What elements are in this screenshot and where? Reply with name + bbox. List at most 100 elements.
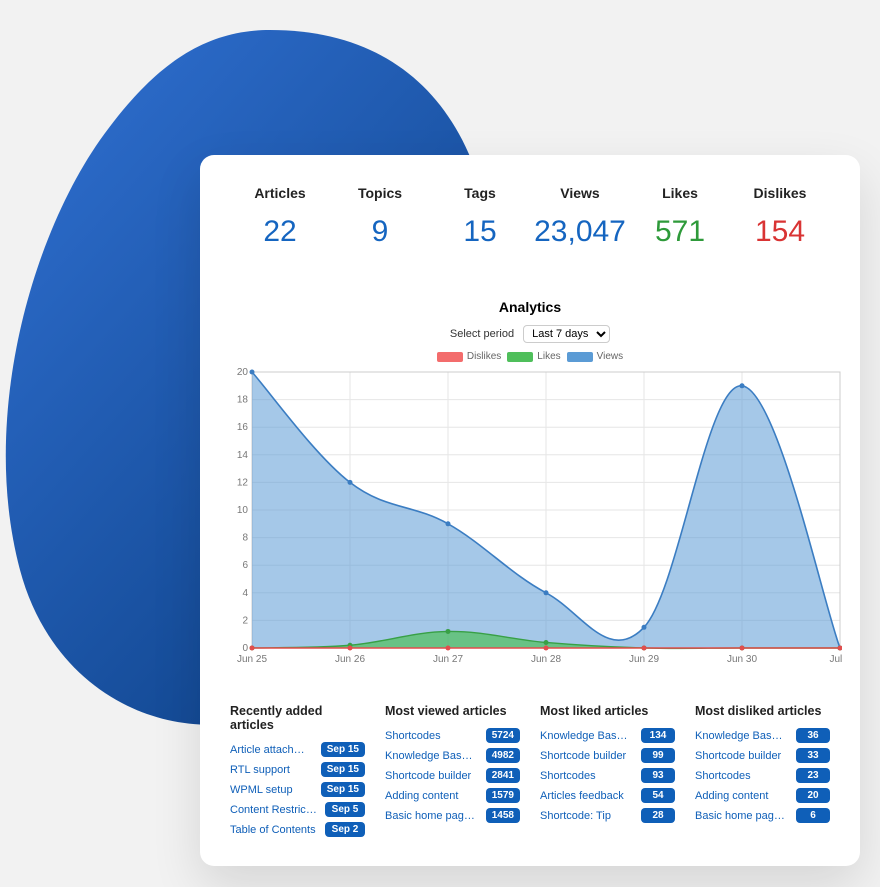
stat-articles: Articles 22 bbox=[230, 185, 330, 249]
legend-item[interactable]: Dislikes bbox=[437, 351, 501, 362]
stat-value: 15 bbox=[430, 215, 530, 249]
legend-swatch bbox=[437, 352, 463, 362]
list-item: Shortcode builder 2841 bbox=[385, 768, 520, 783]
legend-label: Likes bbox=[537, 351, 560, 362]
analytics-title: Analytics bbox=[230, 299, 830, 315]
list-link[interactable]: Shortcodes bbox=[540, 770, 633, 782]
list-link[interactable]: Shortcode builder bbox=[695, 750, 788, 762]
svg-text:4: 4 bbox=[242, 588, 248, 599]
analytics-chart: 02468101214161820Jun 25Jun 26Jun 27Jun 2… bbox=[230, 368, 842, 668]
list-link[interactable]: Table of Contents bbox=[230, 824, 317, 836]
list-item: Basic home page set...1458 bbox=[385, 808, 520, 823]
stat-dislikes: Dislikes 154 bbox=[730, 185, 830, 249]
svg-text:Jun 26: Jun 26 bbox=[335, 654, 365, 665]
stat-tags: Tags 15 bbox=[430, 185, 530, 249]
svg-text:8: 8 bbox=[242, 533, 248, 544]
svg-text:10: 10 bbox=[237, 505, 249, 516]
svg-text:14: 14 bbox=[237, 450, 249, 461]
count-badge: 5724 bbox=[486, 728, 520, 743]
period-select[interactable]: Last 7 days bbox=[523, 325, 610, 343]
count-badge: 1579 bbox=[486, 788, 520, 803]
list-item: Shortcode: Tip 28 bbox=[540, 808, 675, 823]
svg-text:Jun 28: Jun 28 bbox=[531, 654, 561, 665]
stat-value: 22 bbox=[230, 215, 330, 249]
list-item: Knowledge Base inst...134 bbox=[540, 728, 675, 743]
stat-value: 571 bbox=[630, 215, 730, 249]
list-title: Most liked articles bbox=[540, 704, 675, 718]
list-column: Most liked articles Knowledge Base inst..… bbox=[540, 704, 675, 842]
stat-value: 23,047 bbox=[530, 215, 630, 249]
legend-item[interactable]: Likes bbox=[507, 351, 560, 362]
date-badge: Sep 5 bbox=[325, 802, 365, 817]
list-item: WPML setup Sep 15 bbox=[230, 782, 365, 797]
stat-likes: Likes 571 bbox=[630, 185, 730, 249]
list-column: Most viewed articlesShortcodes5724Knowle… bbox=[385, 704, 520, 842]
list-link[interactable]: RTL support bbox=[230, 764, 313, 776]
period-row: Select period Last 7 days bbox=[230, 325, 830, 343]
list-item: Shortcode builder99 bbox=[540, 748, 675, 763]
stat-label: Dislikes bbox=[730, 185, 830, 201]
list-column: Recently added articles Article attachmen… bbox=[230, 704, 365, 842]
count-badge: 33 bbox=[796, 748, 830, 763]
date-badge: Sep 2 bbox=[325, 822, 365, 837]
list-link[interactable]: Knowledge Base inst... bbox=[540, 730, 633, 742]
list-link[interactable]: Article attachments bbox=[230, 744, 313, 756]
legend-swatch bbox=[507, 352, 533, 362]
svg-text:20: 20 bbox=[237, 368, 249, 378]
svg-text:Jul 1: Jul 1 bbox=[829, 654, 842, 665]
legend-label: Dislikes bbox=[467, 351, 501, 362]
legend-swatch bbox=[567, 352, 593, 362]
list-link[interactable]: Knowledge Base inst... bbox=[385, 750, 478, 762]
svg-text:6: 6 bbox=[242, 560, 248, 571]
list-item: Articles feedback54 bbox=[540, 788, 675, 803]
list-link[interactable]: Shortcodes bbox=[385, 730, 478, 742]
svg-text:12: 12 bbox=[237, 477, 249, 488]
stat-label: Views bbox=[530, 185, 630, 201]
stats-row: Articles 22Topics9Tags 15Views 23,047Likes 5… bbox=[230, 185, 830, 249]
stat-value: 154 bbox=[730, 215, 830, 249]
count-badge: 6 bbox=[796, 808, 830, 823]
count-badge: 23 bbox=[796, 768, 830, 783]
list-column: Most disliked articles Knowledge Base ins… bbox=[695, 704, 830, 842]
list-link[interactable]: Basic home page set... bbox=[385, 810, 478, 822]
list-link[interactable]: Knowledge Base inst... bbox=[695, 730, 788, 742]
list-link[interactable]: Shortcode builder bbox=[385, 770, 478, 782]
list-title: Recently added articles bbox=[230, 704, 365, 732]
stat-label: Likes bbox=[630, 185, 730, 201]
list-item: Adding content 1579 bbox=[385, 788, 520, 803]
count-badge: 2841 bbox=[486, 768, 520, 783]
lists-row: Recently added articles Article attachmen… bbox=[230, 704, 830, 842]
count-badge: 4982 bbox=[486, 748, 520, 763]
list-link[interactable]: WPML setup bbox=[230, 784, 313, 796]
list-link[interactable]: Articles feedback bbox=[540, 790, 633, 802]
list-link[interactable]: Shortcode builder bbox=[540, 750, 633, 762]
date-badge: Sep 15 bbox=[321, 782, 365, 797]
stat-label: Tags bbox=[430, 185, 530, 201]
list-link[interactable]: Shortcodes bbox=[695, 770, 788, 782]
list-item: Shortcodes93 bbox=[540, 768, 675, 783]
list-item: Knowledge Base inst...36 bbox=[695, 728, 830, 743]
stat-label: Topics bbox=[330, 185, 430, 201]
list-link[interactable]: Shortcode: Tip bbox=[540, 810, 633, 822]
list-item: Knowledge Base inst... 4982 bbox=[385, 748, 520, 763]
date-badge: Sep 15 bbox=[321, 742, 365, 757]
list-item: Shortcodes 23 bbox=[695, 768, 830, 783]
list-link[interactable]: Content Restriction bbox=[230, 804, 317, 816]
list-link[interactable]: Adding content bbox=[695, 790, 788, 802]
svg-text:Jun 30: Jun 30 bbox=[727, 654, 757, 665]
list-item: Table of Contents Sep 2 bbox=[230, 822, 365, 837]
legend-item[interactable]: Views bbox=[567, 351, 624, 362]
list-item: Shortcode builder 33 bbox=[695, 748, 830, 763]
svg-text:Jun 29: Jun 29 bbox=[629, 654, 659, 665]
stat-label: Articles bbox=[230, 185, 330, 201]
svg-text:0: 0 bbox=[242, 643, 248, 654]
list-title: Most disliked articles bbox=[695, 704, 830, 718]
list-item: Basic home page set... 6 bbox=[695, 808, 830, 823]
list-link[interactable]: Basic home page set... bbox=[695, 810, 788, 822]
list-item: RTL supportSep 15 bbox=[230, 762, 365, 777]
count-badge: 28 bbox=[641, 808, 675, 823]
list-link[interactable]: Adding content bbox=[385, 790, 478, 802]
count-badge: 20 bbox=[796, 788, 830, 803]
stat-topics: Topics9 bbox=[330, 185, 430, 249]
dashboard-card: Articles22Topics9Tags15Views23,047Likes5… bbox=[200, 155, 860, 866]
